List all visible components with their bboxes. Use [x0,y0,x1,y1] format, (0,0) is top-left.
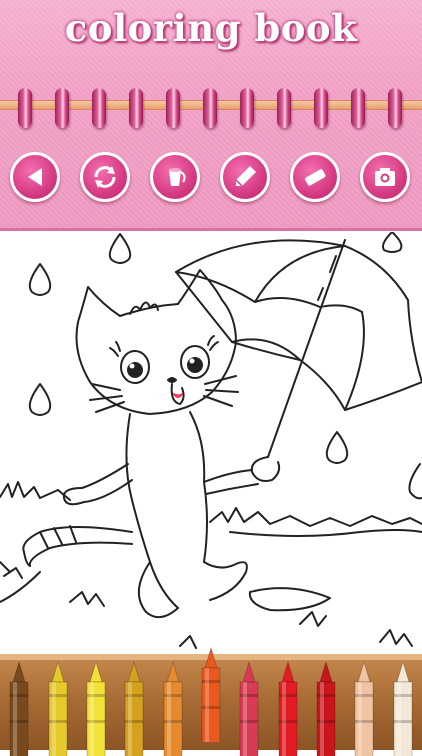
app-title: coloring book [64,6,358,50]
crayon-10[interactable] [352,660,376,756]
crayon-8[interactable] [276,660,300,756]
crayon-6[interactable] [199,646,223,742]
spiral-ring [277,88,291,128]
pencil-icon [235,166,256,187]
spiral-ring [92,88,106,128]
paint-bucket-icon [169,168,186,186]
spiral-ring [351,88,365,128]
refresh-icon [94,166,116,188]
pencil-button[interactable] [220,152,270,202]
back-button[interactable] [10,152,60,202]
crayon-7[interactable] [237,660,261,756]
camera-icon [375,168,395,186]
crayon-9[interactable] [314,660,338,756]
header: coloring book [0,0,422,231]
kitten-umbrella-drawing [0,231,422,649]
paint-bucket-button[interactable] [150,152,200,202]
spiral-ring [203,88,217,128]
spiral-ring [55,88,69,128]
back-icon [28,168,42,186]
spiral-ring [18,88,32,128]
eraser-icon [305,169,326,186]
crayon-4[interactable] [122,660,146,756]
refresh-button[interactable] [80,152,130,202]
eraser-button[interactable] [290,152,340,202]
crayon-3[interactable] [84,660,108,756]
crayon-1[interactable] [7,660,31,756]
spiral-ring [166,88,180,128]
camera-button[interactable] [360,152,410,202]
crayon-11[interactable] [391,660,415,756]
crayon-tray [0,646,422,756]
crayon-2[interactable] [46,660,70,756]
crayon-5[interactable] [161,660,185,756]
spiral-ring [240,88,254,128]
spiral-ring [129,88,143,128]
coloring-canvas[interactable] [0,231,422,654]
spiral-ring [314,88,328,128]
spiral-ring [388,88,402,128]
